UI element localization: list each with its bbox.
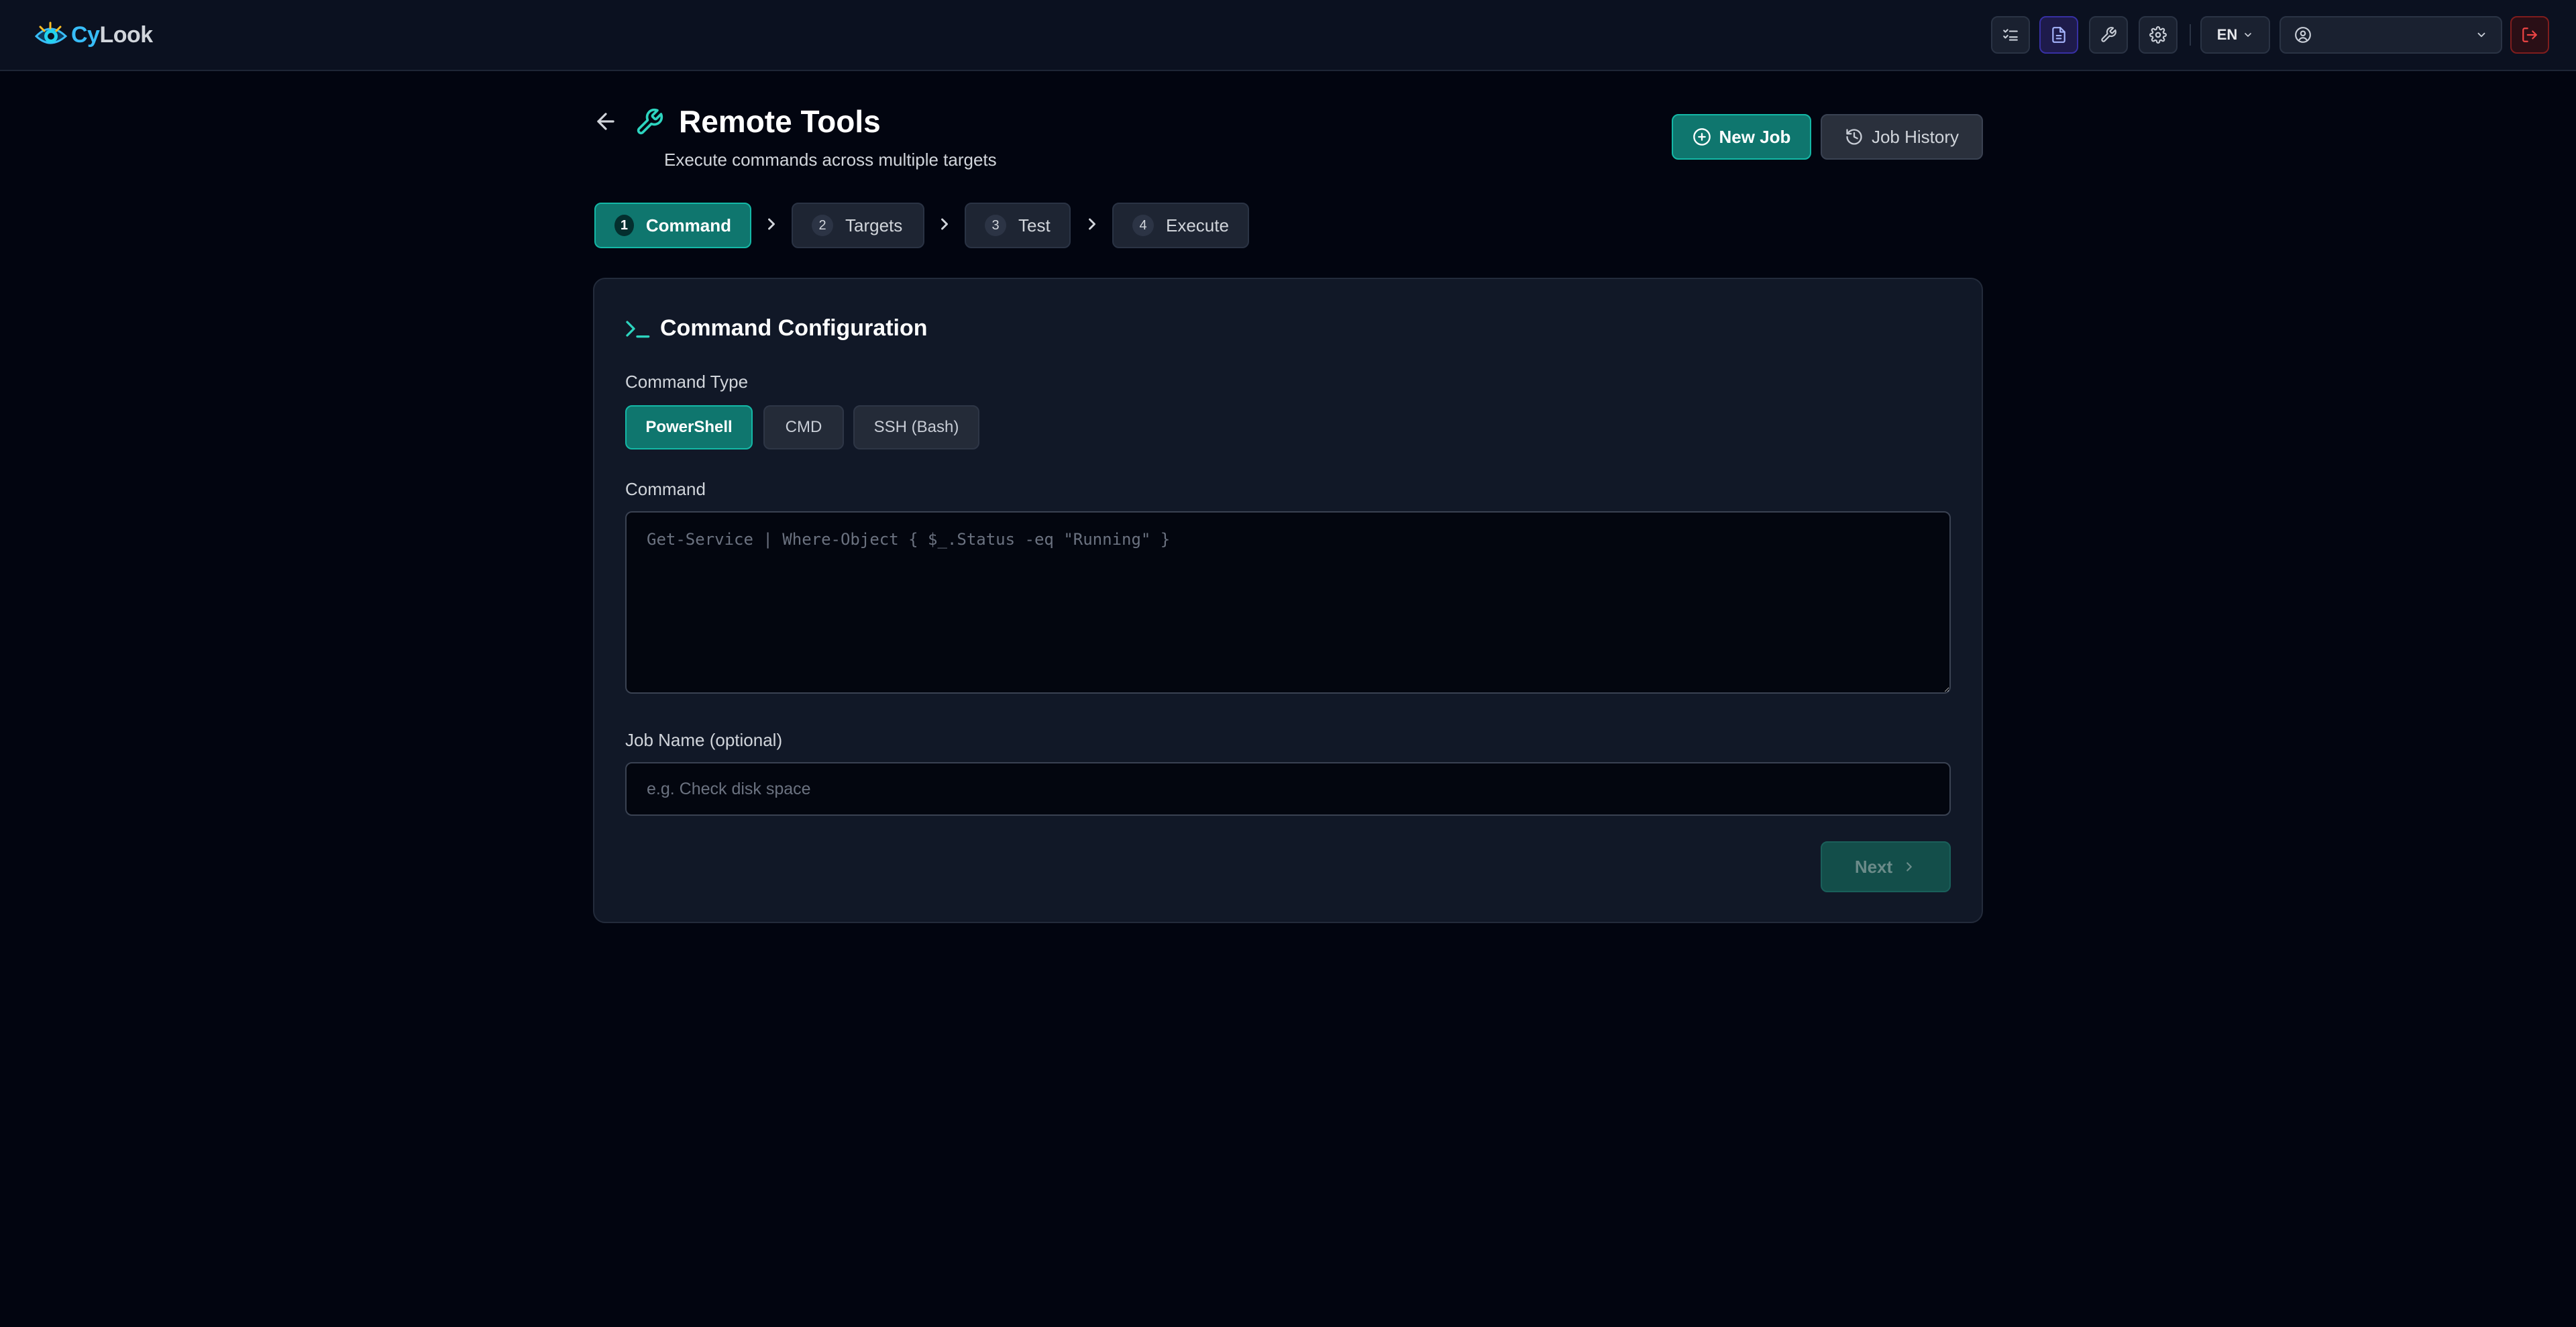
- chevron-right-icon: [1089, 218, 1095, 230]
- card-title: Command Configuration: [660, 315, 928, 341]
- new-job-label: New Job: [1719, 126, 1791, 147]
- back-arrow-icon[interactable]: [593, 109, 619, 134]
- top-navigation-bar: CyLook EN: [0, 0, 2576, 71]
- app-logo-text: CyLook: [71, 21, 153, 48]
- user-menu[interactable]: [2279, 16, 2502, 54]
- job-history-button[interactable]: Job History: [1821, 114, 1983, 160]
- chevron-right-icon: [941, 218, 948, 230]
- tools-button[interactable]: [2089, 16, 2128, 54]
- step-execute[interactable]: 4 Execute: [1112, 203, 1249, 248]
- step-number: 1: [614, 215, 634, 236]
- next-label: Next: [1854, 856, 1893, 877]
- command-label: Command: [625, 479, 706, 499]
- step-command[interactable]: 1 Command: [594, 203, 751, 248]
- chevron-down-icon: [2477, 32, 2485, 38]
- next-button[interactable]: Next: [1821, 841, 1951, 892]
- job-name-input[interactable]: [625, 762, 1951, 816]
- step-test[interactable]: 3 Test: [965, 203, 1071, 248]
- wrench-icon: [2101, 27, 2116, 42]
- topbar-divider: [2190, 24, 2191, 46]
- terminal-icon: [626, 321, 650, 338]
- job-history-label: Job History: [1871, 126, 1960, 147]
- step-number: 4: [1132, 215, 1154, 236]
- checklist-button[interactable]: [1991, 16, 2030, 54]
- checklist-icon: [2003, 29, 2018, 41]
- command-type-cmd[interactable]: CMD: [763, 405, 844, 449]
- page-title: Remote Tools: [679, 104, 881, 139]
- language-selector[interactable]: EN: [2200, 16, 2270, 54]
- logout-icon: [2522, 28, 2537, 42]
- chevron-right-icon: [1907, 862, 1913, 871]
- command-type-ssh[interactable]: SSH (Bash): [853, 405, 979, 449]
- command-textarea[interactable]: [625, 511, 1951, 694]
- document-icon: [2052, 27, 2065, 43]
- eye-logo-icon: [34, 21, 68, 44]
- chevron-right-icon: [768, 218, 775, 230]
- job-name-label: Job Name (optional): [625, 730, 783, 750]
- page-subtitle: Execute commands across multiple targets: [664, 150, 997, 170]
- command-type-label: Command Type: [625, 372, 749, 392]
- app-logo[interactable]: CyLook: [31, 16, 153, 54]
- step-label: Test: [1018, 215, 1051, 235]
- step-label: Command: [645, 215, 731, 235]
- new-job-button[interactable]: New Job: [1672, 114, 1811, 160]
- step-targets[interactable]: 2 Targets: [792, 203, 924, 248]
- user-circle-icon: [2295, 27, 2311, 43]
- step-number: 3: [985, 215, 1006, 236]
- history-icon: [1846, 129, 1862, 145]
- wrench-icon: [637, 108, 663, 135]
- chevron-down-icon: [2245, 33, 2252, 37]
- documents-button[interactable]: [2039, 16, 2078, 54]
- plus-circle-icon: [1693, 128, 1711, 146]
- step-label: Targets: [845, 215, 903, 235]
- command-type-powershell[interactable]: PowerShell: [625, 405, 753, 449]
- step-number: 2: [812, 215, 833, 236]
- logout-button[interactable]: [2510, 16, 2549, 54]
- settings-button[interactable]: [2139, 16, 2178, 54]
- step-label: Execute: [1166, 215, 1229, 235]
- language-label: EN: [2216, 26, 2238, 43]
- gear-icon: [2149, 26, 2167, 44]
